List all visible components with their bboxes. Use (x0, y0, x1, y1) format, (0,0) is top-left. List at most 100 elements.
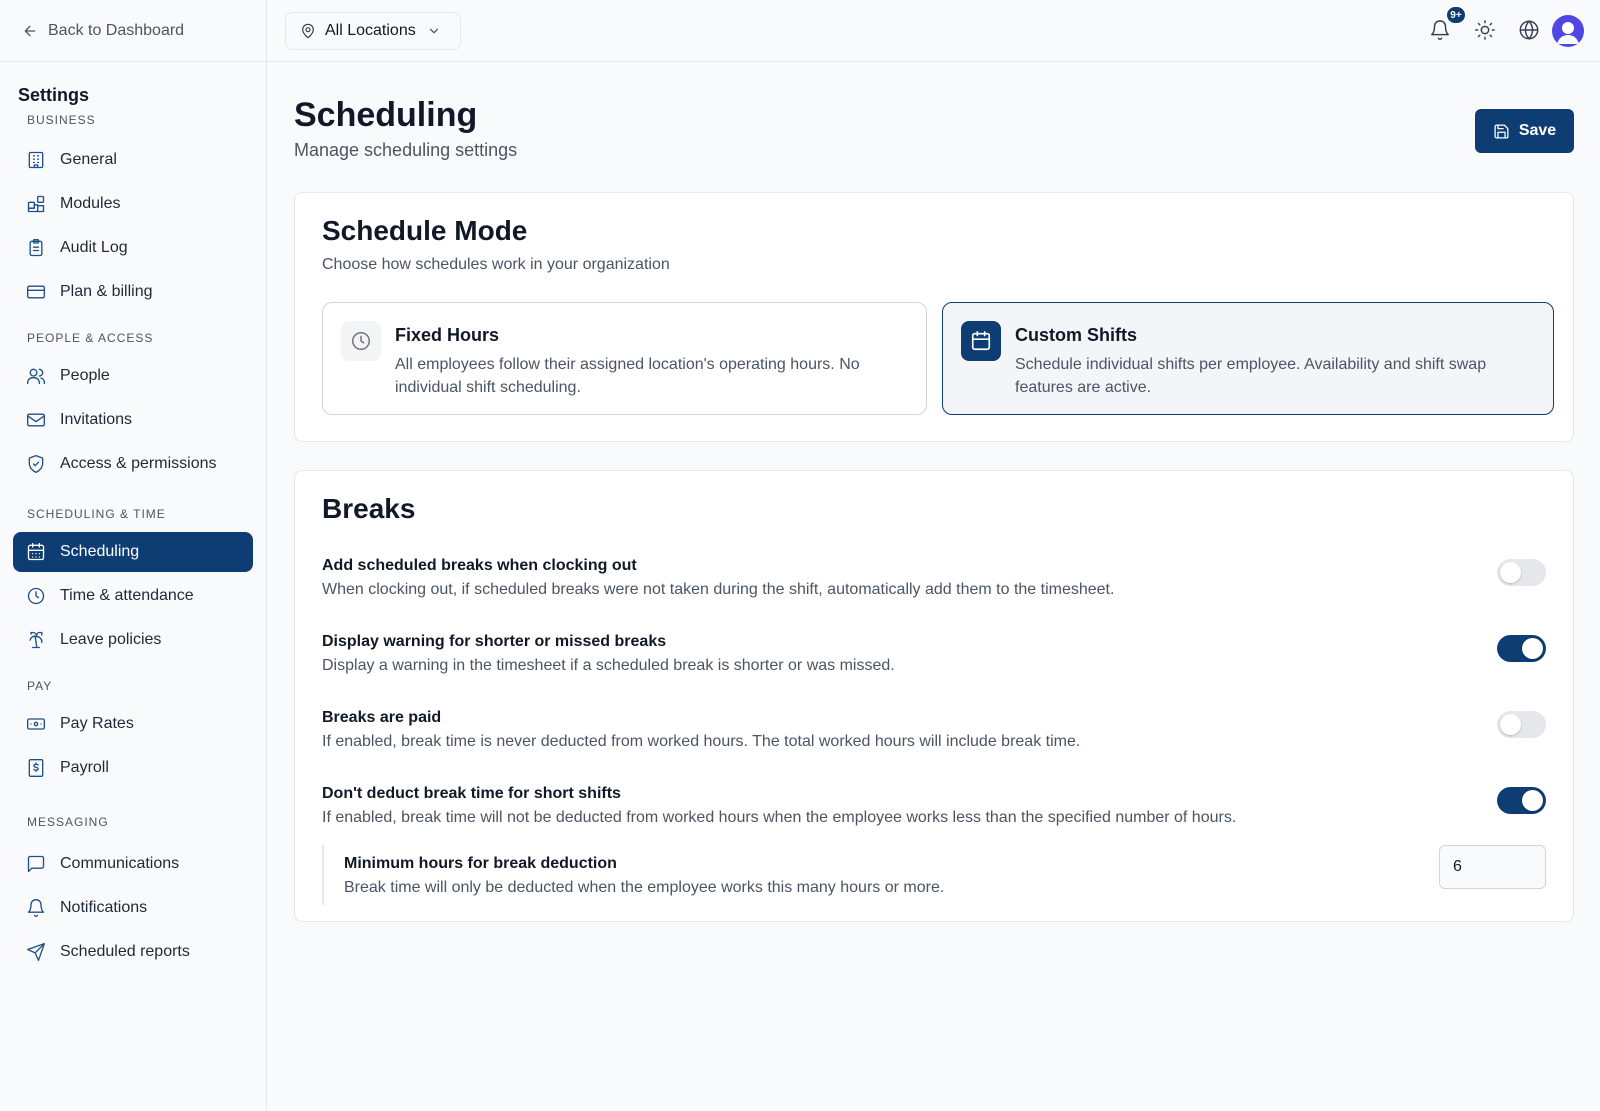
save-button[interactable]: Save (1475, 109, 1574, 153)
sidebar-item-label: Payroll (60, 759, 109, 776)
theme-toggle-button[interactable] (1474, 19, 1496, 41)
setting-short-shifts: Don't deduct break time for short shifts… (322, 785, 1546, 845)
receipt-icon (28, 759, 44, 777)
section-label-messaging: MESSAGING (27, 815, 109, 829)
sidebar-item-payroll[interactable]: Payroll (13, 748, 253, 788)
setting-description: When clocking out, if scheduled breaks w… (322, 581, 1115, 598)
sidebar-item-general[interactable]: General (13, 140, 253, 180)
bell-icon (1431, 20, 1449, 40)
bell-icon (27, 899, 45, 918)
mode-icon-wrap (341, 321, 381, 361)
sidebar-item-label: Scheduling (60, 543, 140, 560)
location-select-label: All Locations (325, 22, 416, 39)
sidebar-item-label: Time & attendance (60, 587, 194, 604)
mail-icon (27, 413, 45, 427)
sidebar-item-label: People (60, 367, 110, 384)
schedule-mode-subtitle: Choose how schedules work in your organi… (322, 256, 670, 273)
globe-icon (1519, 20, 1539, 40)
mode-name: Custom Shifts (1015, 325, 1138, 345)
sidebar-item-invitations[interactable]: Invitations (13, 400, 253, 440)
location-select[interactable]: All Locations (285, 12, 461, 50)
map-pin-icon (302, 23, 314, 39)
sidebar-item-label: Modules (60, 195, 121, 212)
sidebar-item-label: Notifications (60, 899, 148, 916)
setting-label: Display warning for shorter or missed br… (322, 633, 667, 650)
user-avatar[interactable] (1552, 15, 1584, 47)
clock-icon (27, 587, 45, 605)
setting-description: Break time will only be deducted when th… (344, 879, 945, 896)
modules-icon (27, 195, 45, 213)
sidebar-item-label: Plan & billing (60, 283, 153, 300)
sidebar-item-audit-log[interactable]: Audit Log (13, 228, 253, 268)
users-icon (27, 368, 45, 385)
sidebar-item-label: Scheduled reports (60, 943, 190, 960)
credit-card-icon (27, 285, 45, 299)
sidebar-item-notifications[interactable]: Notifications (13, 888, 253, 928)
sidebar-item-scheduling[interactable]: Scheduling (13, 532, 253, 572)
save-icon (1494, 123, 1509, 139)
mode-icon-wrap (961, 321, 1001, 361)
message-square-icon (27, 855, 45, 873)
section-label-scheduling-time: SCHEDULING & TIME (27, 507, 166, 521)
save-button-label: Save (1518, 122, 1557, 139)
sidebar-item-modules[interactable]: Modules (13, 184, 253, 224)
toggle-display-warning[interactable] (1497, 635, 1546, 662)
banknote-icon (27, 718, 45, 730)
sidebar-item-access-permissions[interactable]: Access & permissions (13, 444, 253, 484)
sidebar-item-plan-billing[interactable]: Plan & billing (13, 272, 253, 312)
calendar-icon (971, 331, 991, 351)
setting-label: Minimum hours for break deduction (344, 855, 617, 872)
chevron-down-icon (429, 28, 438, 34)
toggle-add-scheduled-breaks[interactable] (1497, 559, 1546, 586)
sidebar-item-leave-policies[interactable]: Leave policies (13, 620, 253, 660)
toggle-breaks-are-paid[interactable] (1497, 711, 1546, 738)
sidebar-item-label: General (60, 151, 117, 168)
notifications-button[interactable] (1429, 19, 1451, 41)
section-label-pay: PAY (27, 679, 53, 693)
breaks-card: Breaks Add scheduled breaks when clockin… (294, 470, 1574, 922)
clipboard-icon (29, 239, 43, 257)
sidebar-item-people[interactable]: People (13, 356, 253, 396)
page-title: Scheduling (294, 96, 478, 134)
mode-name: Fixed Hours (395, 325, 500, 345)
section-label-business: BUSINESS (27, 113, 96, 127)
top-bar: All Locations (267, 0, 1600, 62)
setting-label: Breaks are paid (322, 709, 442, 726)
toggle-short-shifts[interactable] (1497, 787, 1546, 814)
mode-description: All employees follow their assigned loca… (395, 356, 860, 396)
breaks-title: Breaks (322, 493, 416, 524)
sidebar-item-pay-rates[interactable]: Pay Rates (13, 704, 253, 744)
schedule-mode-card: Schedule Mode Choose how schedules work … (294, 192, 1574, 442)
setting-add-scheduled-breaks: Add scheduled breaks when clocking out W… (322, 557, 1546, 617)
back-to-dashboard-link[interactable]: Back to Dashboard (0, 0, 266, 62)
sidebar-item-label: Audit Log (60, 239, 128, 256)
sidebar-item-label: Leave policies (60, 631, 162, 648)
sidebar-item-time-attendance[interactable]: Time & attendance (13, 576, 253, 616)
section-label-people-access: PEOPLE & ACCESS (27, 331, 154, 345)
sun-icon (1475, 20, 1495, 40)
mode-option-fixed-hours[interactable]: Fixed Hours All employees follow their a… (322, 302, 927, 415)
schedule-mode-title: Schedule Mode (322, 215, 528, 246)
clock-icon (352, 332, 370, 350)
setting-description: If enabled, break time will not be deduc… (322, 809, 1237, 826)
language-button[interactable] (1518, 19, 1540, 41)
mode-description: Schedule individual shifts per employee.… (1015, 356, 1487, 396)
sidebar-item-scheduled-reports[interactable]: Scheduled reports (13, 932, 253, 972)
settings-sidebar: Back to Dashboard Settings BUSINESS Gene… (0, 0, 267, 1111)
setting-description: Display a warning in the timesheet if a … (322, 657, 895, 674)
page-subtitle: Manage scheduling settings (294, 140, 518, 160)
back-label: Back to Dashboard (48, 21, 185, 39)
sidebar-item-label: Pay Rates (60, 715, 134, 732)
calendar-icon (27, 543, 45, 561)
setting-label: Add scheduled breaks when clocking out (322, 557, 637, 574)
sidebar-item-communications[interactable]: Communications (13, 844, 253, 884)
arrow-left-icon (24, 25, 36, 36)
setting-label: Don't deduct break time for short shifts (322, 785, 621, 802)
palm-tree-icon (29, 631, 43, 649)
notification-badge: 9+ (1446, 6, 1466, 24)
min-hours-input[interactable] (1439, 845, 1546, 889)
mode-option-custom-shifts[interactable]: Custom Shifts Schedule individual shifts… (942, 302, 1554, 415)
setting-breaks-are-paid: Breaks are paid If enabled, break time i… (322, 709, 1546, 769)
building-icon (28, 151, 44, 169)
user-icon (1557, 22, 1579, 44)
